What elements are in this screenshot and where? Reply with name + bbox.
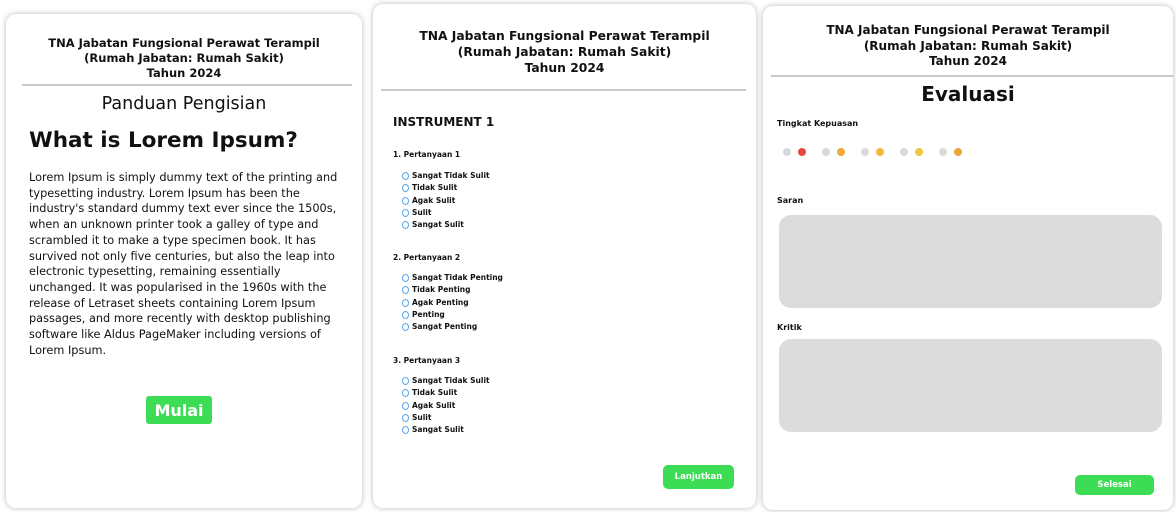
header-title: TNA Jabatan Fungsional Perawat Terampil bbox=[48, 36, 320, 50]
radio-option[interactable]: Sangat Tidak Sulit bbox=[402, 375, 490, 387]
radio-button[interactable] bbox=[402, 377, 409, 386]
radio-option[interactable]: Sulit bbox=[402, 412, 490, 424]
option-label: Sangat Sulit bbox=[412, 220, 464, 230]
evaluation-screen: TNA Jabatan Fungsional Perawat Terampil … bbox=[763, 6, 1173, 510]
page-header: TNA Jabatan Fungsional Perawat Terampil … bbox=[6, 36, 362, 81]
evaluation-title: Evaluasi bbox=[921, 82, 1015, 106]
header-year: Tahun 2024 bbox=[524, 61, 605, 75]
radio-button[interactable] bbox=[402, 298, 409, 307]
radio-option[interactable]: Sangat Tidak Sulit bbox=[402, 170, 490, 182]
finish-button[interactable]: Selesai bbox=[1075, 475, 1154, 495]
suggestion-textarea[interactable] bbox=[779, 215, 1162, 308]
radio-button[interactable] bbox=[402, 196, 409, 205]
guide-screen: TNA Jabatan Fungsional Perawat Terampil … bbox=[6, 14, 362, 508]
suggestion-label: Saran bbox=[777, 196, 804, 205]
question-options: Sangat Tidak Penting Tidak Penting Agak … bbox=[402, 272, 503, 333]
question-label: 2. Pertanyaan 2 bbox=[393, 253, 461, 262]
radio-button[interactable] bbox=[402, 184, 409, 193]
header-divider bbox=[381, 89, 746, 91]
radio-option[interactable]: Penting bbox=[402, 309, 503, 321]
radio-option[interactable]: Agak Sulit bbox=[402, 400, 490, 412]
radio-option[interactable]: Sulit bbox=[402, 207, 490, 219]
header-title: TNA Jabatan Fungsional Perawat Terampil bbox=[419, 29, 710, 43]
radio-option[interactable]: Tidak Sulit bbox=[402, 182, 490, 194]
radio-button[interactable] bbox=[402, 172, 409, 181]
start-button[interactable]: Mulai bbox=[146, 396, 212, 424]
guide-title: Panduan Pengisian bbox=[101, 94, 267, 114]
very-unhappy-face-icon bbox=[798, 148, 806, 156]
radio-option[interactable]: Sangat Penting bbox=[402, 321, 503, 333]
radio-button[interactable] bbox=[402, 221, 409, 230]
header-subtitle: (Rumah Jabatan: Rumah Sakit) bbox=[457, 45, 672, 59]
header-subtitle: (Rumah Jabatan: Rumah Sakit) bbox=[84, 51, 284, 65]
option-label: Sulit bbox=[412, 207, 432, 217]
radio-option[interactable]: Sangat Sulit bbox=[402, 424, 490, 436]
option-label: Tidak Sulit bbox=[412, 388, 458, 398]
radio-option[interactable]: Tidak Penting bbox=[402, 284, 503, 296]
very-happy-face-icon bbox=[954, 148, 962, 156]
radio-button[interactable] bbox=[402, 274, 409, 283]
radio-button[interactable] bbox=[402, 414, 409, 423]
unhappy-face-icon bbox=[837, 148, 845, 156]
option-label: Sangat Penting bbox=[412, 322, 478, 332]
radio-option[interactable]: Sangat Tidak Penting bbox=[402, 272, 503, 284]
option-label: Agak Penting bbox=[412, 297, 469, 307]
instrument-title: INSTRUMENT 1 bbox=[393, 115, 495, 129]
option-label: Penting bbox=[412, 309, 445, 319]
rating-option[interactable] bbox=[861, 148, 884, 156]
neutral-face-icon bbox=[876, 148, 884, 156]
radio-option[interactable]: Agak Sulit bbox=[402, 195, 490, 207]
header-subtitle: (Rumah Jabatan: Rumah Sakit) bbox=[863, 38, 1073, 53]
rating-option[interactable] bbox=[822, 148, 845, 156]
radio-button[interactable] bbox=[402, 323, 409, 332]
continue-button[interactable]: Lanjutkan bbox=[663, 465, 734, 489]
radio-button[interactable] bbox=[402, 389, 409, 398]
radio-button[interactable] bbox=[822, 148, 830, 156]
radio-button[interactable] bbox=[402, 401, 409, 410]
radio-button[interactable] bbox=[402, 209, 409, 218]
header-year: Tahun 2024 bbox=[929, 54, 1007, 68]
option-label: Tidak Penting bbox=[412, 285, 471, 295]
radio-button[interactable] bbox=[402, 311, 409, 320]
satisfaction-rating bbox=[783, 148, 978, 156]
critique-label: Kritik bbox=[777, 323, 802, 332]
page-header: TNA Jabatan Fungsional Perawat Terampil … bbox=[763, 23, 1173, 70]
header-title: TNA Jabatan Fungsional Perawat Terampil bbox=[826, 23, 1110, 37]
question-options: Sangat Tidak Sulit Tidak Sulit Agak Suli… bbox=[402, 375, 490, 436]
option-label: Sangat Sulit bbox=[412, 425, 464, 435]
question-label: 1. Pertanyaan 1 bbox=[393, 150, 461, 159]
header-year: Tahun 2024 bbox=[146, 66, 222, 80]
radio-button[interactable] bbox=[783, 148, 791, 156]
option-label: Tidak Sulit bbox=[412, 183, 458, 193]
radio-option[interactable]: Sangat Sulit bbox=[402, 219, 490, 231]
option-label: Sangat Tidak Penting bbox=[412, 273, 503, 282]
radio-button[interactable] bbox=[939, 148, 947, 156]
option-label: Agak Sulit bbox=[412, 195, 456, 205]
rating-option[interactable] bbox=[939, 148, 962, 156]
critique-textarea[interactable] bbox=[779, 339, 1162, 432]
question-label: 3. Pertanyaan 3 bbox=[393, 356, 461, 365]
guide-body-text: Lorem Ipsum is simply dummy text of the … bbox=[29, 171, 338, 357]
rating-option[interactable] bbox=[900, 148, 923, 156]
header-divider bbox=[771, 75, 1173, 77]
option-label: Sangat Tidak Sulit bbox=[412, 171, 490, 180]
header-divider bbox=[22, 84, 352, 86]
option-label: Agak Sulit bbox=[412, 400, 456, 410]
radio-button[interactable] bbox=[861, 148, 869, 156]
rating-option[interactable] bbox=[783, 148, 806, 156]
radio-button[interactable] bbox=[402, 426, 409, 435]
radio-option[interactable]: Tidak Sulit bbox=[402, 387, 490, 399]
question-options: Sangat Tidak Sulit Tidak Sulit Agak Suli… bbox=[402, 170, 490, 231]
instrument-screen: TNA Jabatan Fungsional Perawat Terampil … bbox=[373, 4, 756, 508]
guide-heading: What is Lorem Ipsum? bbox=[29, 128, 298, 153]
radio-button[interactable] bbox=[402, 286, 409, 295]
happy-face-icon bbox=[915, 148, 923, 156]
option-label: Sangat Tidak Sulit bbox=[412, 376, 490, 385]
radio-button[interactable] bbox=[900, 148, 908, 156]
radio-option[interactable]: Agak Penting bbox=[402, 297, 503, 309]
satisfaction-label: Tingkat Kepuasan bbox=[777, 119, 859, 128]
option-label: Sulit bbox=[412, 412, 432, 422]
page-header: TNA Jabatan Fungsional Perawat Terampil … bbox=[373, 28, 756, 76]
